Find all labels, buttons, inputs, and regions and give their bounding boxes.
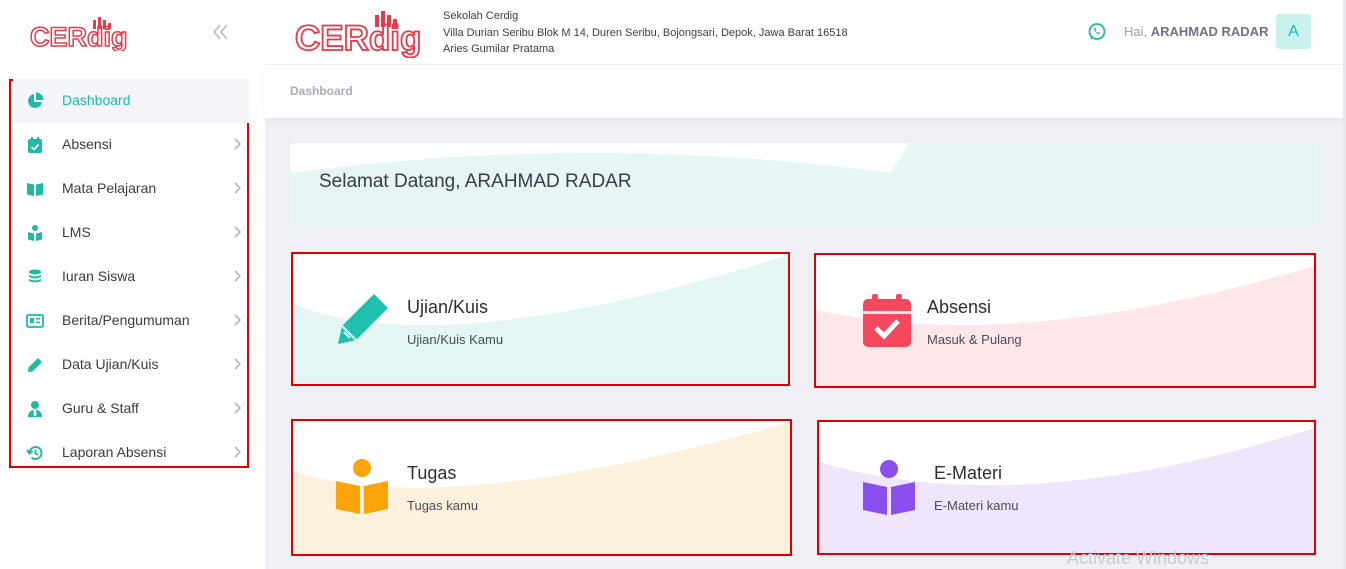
sidebar-item-label: Guru & Staff — [62, 400, 139, 416]
whatsapp-icon[interactable] — [1087, 22, 1107, 42]
chart-pie-icon — [28, 92, 44, 108]
chevron-right-icon — [234, 182, 241, 194]
card-tugas[interactable]: Tugas Tugas kamu — [291, 419, 792, 556]
card-subtitle: Tugas kamu — [407, 498, 479, 513]
reader-icon — [28, 225, 42, 241]
school-address: Villa Durian Seribu Blok M 14, Duren Ser… — [443, 26, 848, 39]
sidebar-item-label: Laporan Absensi — [62, 444, 167, 460]
welcome-message: Selamat Datang, ARAHMAD RADAR — [319, 171, 632, 192]
breadcrumb-bar: Dashboard — [265, 65, 1343, 118]
card-ujian-kuis[interactable]: Ujian/Kuis Ujian/Kuis Kamu — [291, 252, 790, 386]
sidebar-item-label: Data Ujian/Kuis — [62, 356, 159, 372]
book-open-icon — [27, 183, 43, 196]
sidebar-item-absensi[interactable]: Absensi — [13, 123, 249, 167]
card-e-materi[interactable]: E-Materi E-Materi kamu — [817, 420, 1316, 555]
history-icon — [26, 446, 43, 461]
chevron-right-icon — [234, 270, 241, 282]
chevron-right-icon — [234, 226, 241, 238]
newspaper-icon — [26, 314, 44, 328]
sidebar-item-label: Mata Pelajaran — [62, 180, 157, 196]
school-name: Sekolah Cerdig — [443, 10, 519, 22]
sidebar-menu: Dashboard Absensi Mata Pelajaran LMS Iur… — [9, 79, 249, 468]
sidebar-item-lms[interactable]: LMS — [13, 211, 249, 255]
school-info: Sekolah Cerdig Villa Durian Seribu Blok … — [443, 8, 848, 58]
header-logo[interactable]: CERdig — [294, 10, 431, 63]
sidebar-item-label: Berita/Pengumuman — [62, 312, 190, 328]
card-title: Ujian/Kuis — [407, 297, 489, 317]
card-title: Tugas — [407, 463, 457, 483]
calendar-check-icon — [863, 294, 911, 347]
chevron-right-icon — [234, 402, 241, 414]
chevron-right-icon — [234, 446, 241, 458]
sidebar-item-label: Iuran Siswa — [62, 268, 136, 284]
pencil-icon — [338, 294, 388, 344]
chevron-right-icon — [234, 314, 241, 326]
school-person: Aries Gumilar Pratama — [443, 43, 555, 55]
calendar-check-icon — [28, 137, 42, 153]
sidebar-item-guru-staff[interactable]: Guru & Staff — [13, 387, 249, 431]
card-subtitle: E-Materi kamu — [934, 498, 1019, 513]
sidebar-item-data-ujian-kuis[interactable]: Data Ujian/Kuis — [13, 343, 249, 387]
cerdig-logo[interactable]: CERdig — [29, 15, 140, 56]
card-title: E-Materi — [934, 463, 1003, 483]
breadcrumb: Dashboard — [290, 84, 353, 98]
sidebar-item-dashboard[interactable]: Dashboard — [13, 79, 249, 123]
chevron-right-icon — [234, 358, 241, 370]
sidebar-item-iuran-siswa[interactable]: Iuran Siswa — [13, 255, 249, 299]
sidebar-item-label: Dashboard — [62, 92, 131, 108]
chevron-right-icon — [234, 138, 241, 150]
reader-icon — [863, 460, 915, 515]
sidebar-item-laporan-absensi[interactable]: Laporan Absensi — [13, 431, 249, 475]
sidebar-item-label: Absensi — [62, 136, 112, 152]
avatar[interactable]: A — [1276, 14, 1311, 49]
card-absensi[interactable]: Absensi Masuk & Pulang — [814, 253, 1316, 388]
reader-icon — [336, 459, 388, 514]
sidebar: CERdig Dashboard Absensi Mata Pelajaran … — [0, 0, 265, 569]
sidebar-item-berita-pengumuman[interactable]: Berita/Pengumuman — [13, 299, 249, 343]
activate-windows-watermark: Activate Windows — [1067, 548, 1210, 568]
card-subtitle: Masuk & Pulang — [927, 332, 1022, 347]
top-header: CERdig Sekolah Cerdig Villa Durian Serib… — [265, 0, 1346, 65]
user-tie-icon — [28, 401, 42, 417]
user-name: ARAHMAD RADAR — [1150, 24, 1269, 39]
collapse-sidebar-icon[interactable] — [210, 22, 232, 42]
logo-text: CERdig — [295, 19, 421, 58]
coins-icon — [29, 269, 41, 283]
greeting-label: Hai, — [1124, 24, 1148, 39]
sidebar-item-label: LMS — [62, 224, 91, 240]
card-subtitle: Ujian/Kuis Kamu — [407, 332, 504, 347]
pencil-icon — [28, 358, 42, 372]
welcome-banner: Selamat Datang, ARAHMAD RADAR — [290, 143, 1318, 225]
card-title: Absensi — [927, 297, 992, 317]
sidebar-item-mata-pelajaran[interactable]: Mata Pelajaran — [13, 167, 249, 211]
logo-text: CERdig — [30, 22, 128, 51]
user-greeting: Hai, ARAHMAD RADAR — [1124, 24, 1268, 39]
